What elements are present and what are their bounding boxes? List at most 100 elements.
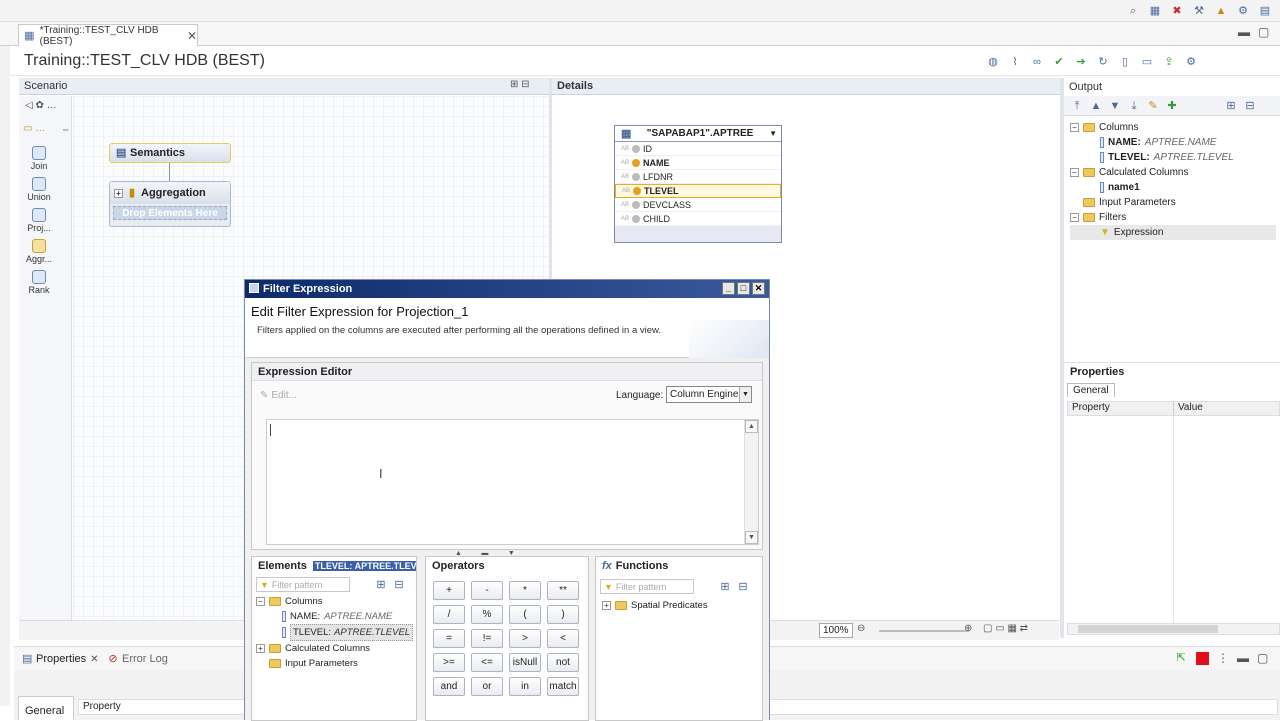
binoculars-icon[interactable]: ∞ — [1030, 55, 1044, 69]
document-icon[interactable]: ▯ — [1118, 55, 1132, 69]
output-filters-node[interactable]: − Filters — [1070, 210, 1276, 225]
move-top-icon[interactable]: ⤒ — [1070, 99, 1084, 113]
operator-button[interactable]: > — [509, 629, 541, 648]
table-column-row[interactable]: AB LFDNR — [615, 170, 781, 184]
expand-all-icon[interactable]: ⊞ — [718, 580, 732, 594]
textarea-vscroll[interactable]: ▲ ▼ — [744, 420, 758, 544]
collapse-icon[interactable]: − — [1070, 123, 1079, 132]
elements-calc-node[interactable]: + Calculated Columns — [256, 641, 416, 656]
expand-icon[interactable]: + — [256, 644, 265, 653]
palette-item-rank[interactable]: Rank — [19, 270, 59, 295]
operator-button[interactable]: < — [547, 629, 579, 648]
move-down-icon[interactable]: ▼ — [1108, 99, 1122, 113]
operator-button[interactable]: <= — [471, 653, 503, 672]
output-col-name[interactable]: NAME: APTREE.NAME — [1070, 135, 1276, 150]
operator-button[interactable]: % — [471, 605, 503, 624]
layout-icon[interactable]: ▤ — [1258, 4, 1272, 18]
warning-icon[interactable]: ▲ — [1214, 4, 1228, 18]
expression-textarea[interactable]: I ▲ ▼ — [266, 419, 759, 545]
zoom-out-icon[interactable]: ⊖ — [857, 623, 865, 634]
edit-button[interactable]: ✎ Edit... — [260, 390, 297, 401]
open-icon[interactable]: ⇱ — [1174, 651, 1188, 665]
language-select[interactable]: Column Engine ▼ — [666, 386, 752, 403]
palette-collapse-icon[interactable]: ⇔ — [61, 124, 70, 134]
expand-node-icon[interactable]: + — [114, 188, 123, 198]
elements-col-name[interactable]: NAME: APTREE.NAME — [256, 609, 416, 624]
collapse-all-icon[interactable]: ⊟ — [392, 578, 406, 592]
add-icon[interactable]: ✚ — [1165, 99, 1179, 113]
maximize-view-icon[interactable]: ▢ — [1257, 651, 1268, 665]
scenario-expand-icon[interactable]: ⊞ ⊟ — [510, 79, 530, 90]
collapse-icon[interactable]: − — [256, 597, 265, 606]
perspective-icon[interactable]: ▦ — [1148, 4, 1162, 18]
bottom-tab-general[interactable]: General — [18, 696, 74, 720]
export-icon[interactable]: ⇪ — [1162, 55, 1176, 69]
operator-button[interactable]: ( — [509, 605, 541, 624]
palette-item-union[interactable]: Union — [19, 177, 59, 202]
tools-icon[interactable]: ⚒ — [1192, 4, 1206, 18]
operator-button[interactable]: ) — [547, 605, 579, 624]
minimize-view-icon[interactable]: ▬ — [1237, 651, 1249, 665]
properties-hscroll[interactable] — [1067, 623, 1280, 635]
operator-button[interactable]: isNull — [509, 653, 541, 672]
semantics-node[interactable]: ▤ Semantics — [109, 143, 231, 163]
tab-general[interactable]: General — [1067, 383, 1115, 397]
operator-button[interactable]: in — [509, 677, 541, 696]
operator-button[interactable]: or — [471, 677, 503, 696]
palette-item-projection[interactable]: Proj... — [19, 208, 59, 233]
minimize-button[interactable]: _ — [722, 282, 735, 295]
operator-button[interactable]: >= — [433, 653, 465, 672]
bottom-tab-properties[interactable]: ▤ Properties ✕ — [22, 652, 99, 666]
operator-button[interactable]: match — [547, 677, 579, 696]
move-bottom-icon[interactable]: ⤓ — [1127, 99, 1141, 113]
output-expression[interactable]: ▼ Expression — [1070, 225, 1276, 240]
output-calc-node[interactable]: − Calculated Columns — [1070, 165, 1276, 180]
operator-button[interactable]: / — [433, 605, 465, 624]
functions-filter-input[interactable]: ▼ Filter pattern — [600, 579, 694, 594]
history-icon[interactable]: ↻ — [1096, 55, 1110, 69]
selected-element-chip[interactable]: TLEVEL: APTREE.TLEVEL — [312, 561, 416, 571]
view-menu-icon[interactable]: ⋮ — [1217, 651, 1229, 665]
operator-button[interactable]: = — [433, 629, 465, 648]
operator-button[interactable]: not — [547, 653, 579, 672]
table-column-row[interactable]: AB ID — [615, 142, 781, 156]
search-icon[interactable]: ⌕ — [1126, 4, 1140, 18]
operator-button[interactable]: ** — [547, 581, 579, 600]
operator-button[interactable]: - — [471, 581, 503, 600]
zoom-in-icon[interactable]: ⊕ — [964, 623, 972, 634]
globe-icon[interactable]: ◍ — [986, 55, 1000, 69]
close-button[interactable]: ✕ — [752, 282, 765, 295]
maximize-editor-icon[interactable]: ▢ — [1258, 25, 1269, 39]
table-column-row[interactable]: AB CHILD — [615, 212, 781, 226]
debug-icon[interactable]: ✖ — [1170, 4, 1184, 18]
operator-button[interactable]: * — [509, 581, 541, 600]
output-collapse-icon[interactable]: ⊟ — [1243, 99, 1257, 113]
close-tab-icon[interactable]: ✕ — [187, 29, 197, 43]
zoom-slider[interactable] — [879, 630, 969, 632]
expand-all-icon[interactable]: ⊞ — [374, 578, 388, 592]
settings-icon[interactable]: ⚙ — [1184, 55, 1198, 69]
elements-columns-node[interactable]: − Columns — [256, 594, 416, 609]
chart-icon[interactable]: ⌇ — [1008, 55, 1022, 69]
drop-zone[interactable]: Drop Elements Here — [113, 206, 227, 220]
view-tools-icon[interactable]: ▢ ▭ ▦ ⇄ — [983, 623, 1028, 634]
collapse-icon[interactable]: − — [1070, 168, 1079, 177]
operator-button[interactable]: != — [471, 629, 503, 648]
chevron-down-icon[interactable]: ▼ — [739, 387, 751, 402]
output-columns-node[interactable]: − Columns — [1070, 120, 1276, 135]
palette-item-aggregation[interactable]: Aggr... — [19, 239, 59, 264]
table-column-row[interactable]: AB TLEVEL — [615, 184, 781, 198]
zoom-level[interactable]: 100% — [819, 623, 853, 638]
move-up-icon[interactable]: ▲ — [1089, 99, 1103, 113]
palette-item-join[interactable]: Join — [19, 146, 59, 171]
scroll-up-icon[interactable]: ▲ — [745, 420, 758, 433]
function-category-spatial[interactable]: + Spatial Predicates — [602, 598, 762, 613]
collapse-all-icon[interactable]: ⊟ — [736, 580, 750, 594]
scroll-down-icon[interactable]: ▼ — [745, 531, 758, 544]
aggregation-node[interactable]: + ▮ Aggregation Drop Elements Here — [109, 181, 231, 227]
table-menu-icon[interactable]: ▼ — [769, 129, 781, 138]
collapse-icon[interactable]: − — [1070, 213, 1079, 222]
palette-nav-icon[interactable]: ◁ ✿ … — [25, 100, 57, 111]
table-column-row[interactable]: AB DEVCLASS — [615, 198, 781, 212]
print-icon[interactable]: ▭ — [1140, 55, 1154, 69]
